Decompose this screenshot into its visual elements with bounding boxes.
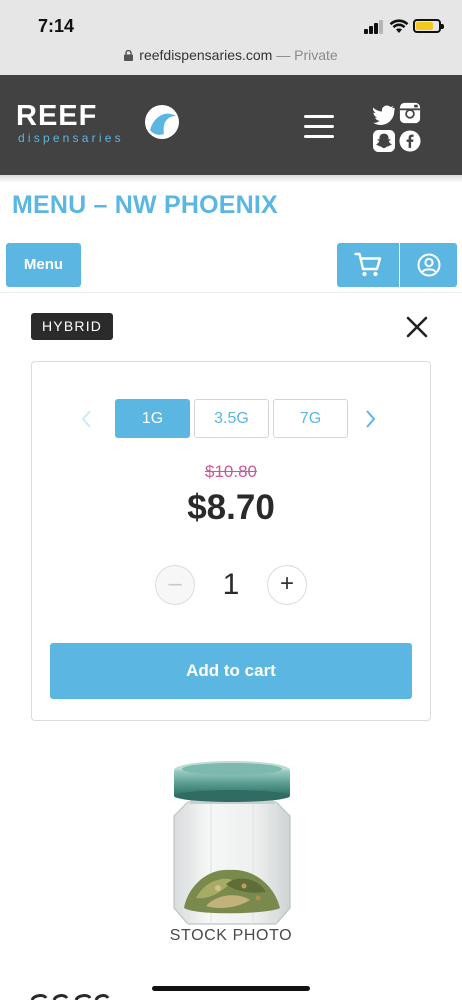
facebook-icon[interactable]	[399, 130, 421, 152]
weight-option-7g[interactable]: 7G	[273, 399, 348, 438]
menu-button[interactable]: Menu	[6, 243, 81, 287]
logo-subtitle: dispensaries	[18, 131, 124, 145]
weight-option-3-5g[interactable]: 3.5G	[194, 399, 269, 438]
hamburger-menu-button[interactable]	[304, 115, 336, 141]
status-bar: 7:14 reefdispensaries.com — Private	[0, 0, 462, 75]
cellular-signal-icon	[364, 20, 384, 34]
twitter-icon[interactable]	[373, 103, 395, 125]
quantity-increase-button[interactable]: +	[267, 565, 307, 605]
battery-icon	[413, 19, 444, 33]
lock-icon	[124, 50, 134, 61]
home-indicator[interactable]	[152, 986, 310, 991]
site-header: REEF dispensaries	[0, 75, 462, 175]
toolbar-divider	[0, 292, 462, 293]
quantity-decrease-button[interactable]: –	[155, 565, 195, 605]
product-purchase-card: 1G 3.5G 7G $10.80 $8.70 – 1 + Add to car…	[31, 361, 431, 721]
account-button[interactable]	[400, 243, 457, 287]
url-domain: reefdispensaries.com	[139, 47, 273, 63]
instagram-icon[interactable]	[399, 102, 421, 124]
original-price: $10.80	[205, 462, 257, 481]
page-title: MENU – NW PHOENIX	[12, 191, 278, 219]
chevron-right-icon[interactable]	[362, 409, 378, 429]
status-time: 7:14	[38, 16, 75, 36]
add-to-cart-button[interactable]: Add to cart	[50, 643, 412, 699]
next-content-peek	[30, 994, 110, 1000]
account-icon	[417, 253, 441, 277]
product-jar-image	[173, 761, 291, 925]
strain-type-badge: HYBRID	[31, 313, 114, 340]
quantity-value: 1	[222, 568, 240, 601]
snapchat-icon[interactable]	[373, 130, 395, 152]
url-separator: —	[276, 47, 291, 63]
cart-icon	[354, 252, 382, 277]
logo-wordmark: REEF	[16, 100, 97, 132]
reef-logo[interactable]: REEF dispensaries	[16, 98, 186, 148]
browsing-mode: Private	[294, 47, 338, 63]
cart-button[interactable]	[337, 243, 399, 287]
address-bar[interactable]: reefdispensaries.com — Private	[0, 47, 462, 63]
sale-price: $8.70	[187, 488, 275, 527]
chevron-left-icon[interactable]	[79, 409, 95, 429]
weight-option-1g[interactable]: 1G	[115, 399, 190, 438]
header-shadow	[0, 175, 462, 183]
battery-level	[416, 22, 433, 30]
close-icon[interactable]	[404, 314, 430, 340]
photo-caption: STOCK PHOTO	[169, 927, 293, 944]
wifi-icon	[389, 19, 409, 33]
